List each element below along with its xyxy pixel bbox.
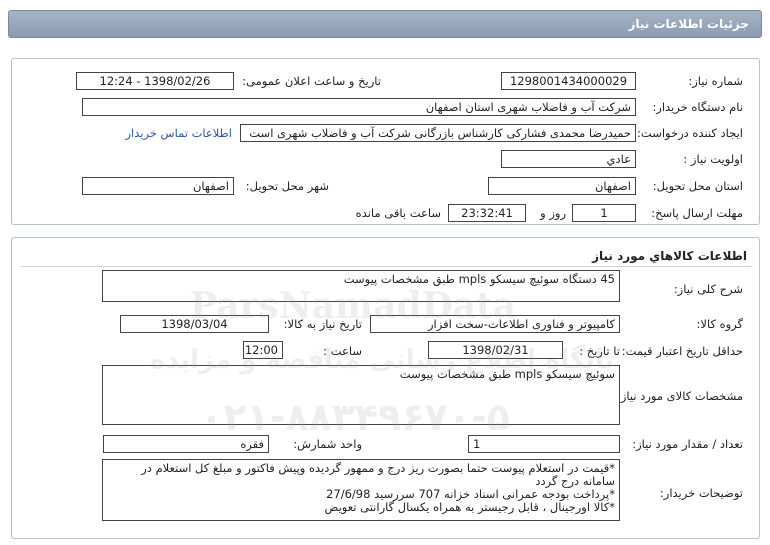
buyer-field[interactable]: شرکت آب و فاضلاب شهری استان اصفهان <box>82 98 636 116</box>
header-bar: جزئیات اطلاعات نیاز <box>8 10 762 38</box>
goods-group-field[interactable]: کامپیوتر و فناوری اطلاعات-سخت افزار <box>370 315 620 333</box>
validity-time-label: ساعت : <box>323 344 362 358</box>
need-date-field[interactable]: 1398/03/04 <box>120 315 269 333</box>
page-title: جزئیات اطلاعات نیاز <box>628 17 749 31</box>
delivery-province-field[interactable]: اصفهان <box>488 177 636 195</box>
priority-label: اولویت نیاز : <box>683 152 743 166</box>
goods-group-label: گروه کالا: <box>696 317 743 331</box>
section-divider <box>20 266 751 267</box>
deadline-label: مهلت ارسال پاسخ: <box>651 206 743 220</box>
delivery-city-field[interactable]: اصفهان <box>82 177 234 195</box>
buyer-notes-label: توضیحات خریدار: <box>659 486 743 500</box>
until-date-field[interactable]: 1398/02/31 <box>428 341 563 359</box>
page-header: جزئیات اطلاعات نیاز <box>0 0 770 40</box>
quantity-label: تعداد / مقدار مورد نیاز: <box>632 437 743 451</box>
announce-field[interactable]: 1398/02/26 - 12:24 <box>76 72 234 90</box>
notes-line: *کالا اورجینال ، قابل رجیستر به همراه یک… <box>324 500 615 514</box>
summary-label: شرح کلی نیاز: <box>673 282 743 296</box>
buyer-notes-field[interactable]: *قیمت در استعلام پیوست حتما بصورت ریز در… <box>102 459 620 521</box>
delivery-province-label: استان محل تحویل: <box>652 179 743 193</box>
need-number-field[interactable]: 1298001434000029 <box>501 72 636 90</box>
goods-panel: اطلاعات كالاهاي مورد نياز شرح کلی نیاز: … <box>11 237 760 539</box>
unit-label: واحد شمارش: <box>293 437 362 451</box>
remaining-word: ساعت باقی مانده <box>355 206 441 220</box>
days-word: روز و <box>540 206 566 220</box>
spec-field[interactable]: سوئیچ سیسکو mpls طبق مشخصات پیوست <box>102 365 620 425</box>
creator-label: ایجاد کننده درخواست: <box>637 126 743 140</box>
buyer-label: نام دستگاه خریدار: <box>652 100 743 114</box>
need-info-panel: شماره نیاز: 1298001434000029 تاریخ و ساع… <box>11 58 760 225</box>
until-date-label: تا تاریخ : <box>579 344 620 358</box>
contact-info-link[interactable]: اطلاعات تماس خریدار <box>125 126 232 140</box>
delivery-city-label: شهر محل تحویل: <box>245 179 329 193</box>
price-validity-label: حداقل تاریخ اعتبار قیمت: <box>621 344 743 358</box>
spec-label: مشخصات کالای مورد نیاز: <box>616 389 743 403</box>
announce-label: تاریخ و ساعت اعلان عمومی: <box>242 74 381 88</box>
summary-field[interactable]: 45 دستگاه سوئیچ سیسکو mpls طبق مشخصات پی… <box>102 270 620 302</box>
deadline-time-field[interactable]: 23:32:41 <box>448 204 526 222</box>
need-date-label: تاریخ نیاز به کالا: <box>283 317 362 331</box>
deadline-days-field[interactable]: 1 <box>572 204 636 222</box>
creator-field[interactable]: حمیدرضا محمدی فشارکی کارشناس بازرگانی شر… <box>240 124 636 142</box>
priority-field[interactable]: عادي <box>501 150 636 168</box>
unit-field[interactable]: فقره <box>103 435 269 453</box>
validity-time-field[interactable]: 12:00 <box>243 341 283 359</box>
goods-section-title: اطلاعات كالاهاي مورد نياز <box>592 249 747 263</box>
need-number-label: شماره نیاز: <box>688 74 743 88</box>
quantity-field[interactable]: 1 <box>468 435 620 453</box>
